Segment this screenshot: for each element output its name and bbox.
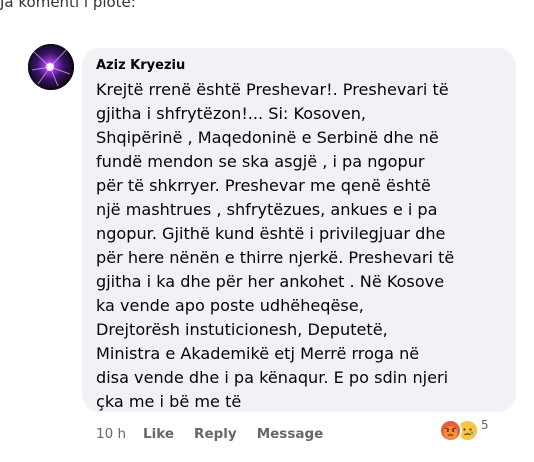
comment-timestamp[interactable]: 10 h bbox=[96, 426, 126, 442]
comment-line: fundë mendon se ska asgjë , i pa ngopur bbox=[96, 152, 425, 171]
comment-line: disa vende dhe i pa kënaqur. E po sdin n… bbox=[96, 368, 449, 387]
comment-line: ka vende apo poste udhëheqëse, bbox=[96, 296, 364, 315]
message-button[interactable]: Message bbox=[257, 426, 324, 442]
avatar-image bbox=[28, 44, 74, 90]
comment-line: për të shkrryer. Preshevar me qenë është bbox=[96, 176, 431, 195]
page: Ja komenti i plotë: Aziz Kryeziu Krejtë … bbox=[0, 0, 534, 462]
comment-line: Ministra e Akademikë etj Merrë rroga në bbox=[96, 344, 420, 363]
comment-text: Krejtë rrenë është Preshevar!. Preshevar… bbox=[96, 78, 508, 414]
intro-text: Ja komenti i plotë: bbox=[0, 0, 136, 11]
like-button[interactable]: Like bbox=[143, 426, 174, 442]
comment-line: për here nënën e thirre njerkë. Presheva… bbox=[96, 248, 455, 267]
comment-line: një mashtrues , shfrytëzues, ankues e i … bbox=[96, 200, 438, 219]
comment-line: gjitha i shfrytëzon!... Si: Kosoven, bbox=[96, 104, 367, 123]
reactions-summary[interactable]: 5 bbox=[439, 418, 489, 442]
reply-button[interactable]: Reply bbox=[194, 426, 237, 442]
comment-line: çka me i bë me të bbox=[96, 392, 242, 411]
comment-line: ngopur. Gjithë kund është i privilegjuar… bbox=[96, 224, 446, 243]
comment-line: Krejtë rrenë është Preshevar!. Preshevar… bbox=[96, 80, 449, 99]
avatar[interactable] bbox=[28, 44, 74, 90]
reaction-count: 5 bbox=[481, 418, 489, 432]
comment-bubble: Aziz Kryeziu Krejtë rrenë është Presheva… bbox=[82, 48, 516, 412]
comment-line: gjitha i ka dhe për her ankohet . Në Kos… bbox=[96, 272, 445, 291]
comment-author[interactable]: Aziz Kryeziu bbox=[96, 58, 185, 73]
comment-line: Shqipërinë , Maqedoninë e Serbinë dhe në bbox=[96, 128, 439, 147]
comment-line: Drejtorësh instuticionesh, Deputetë, bbox=[96, 320, 388, 339]
comment-actions: 10 h Like Reply Message bbox=[96, 425, 343, 443]
angry-reaction-icon bbox=[439, 418, 462, 442]
